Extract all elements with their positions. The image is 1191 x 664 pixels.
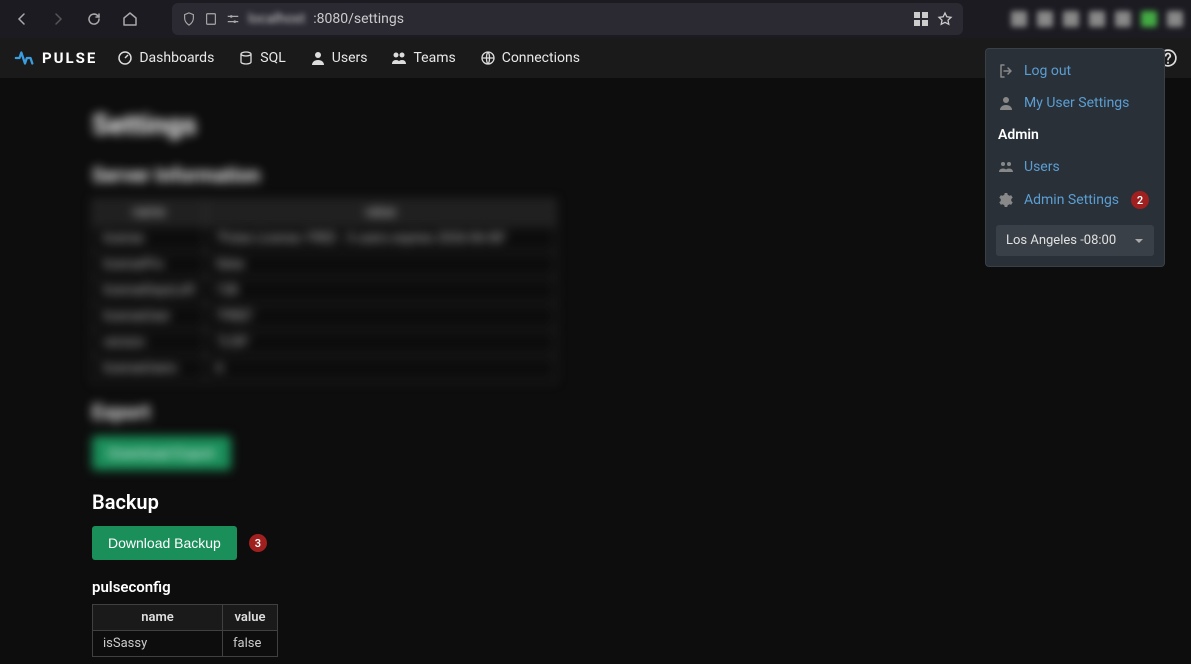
user-dropdown-menu: Log out My User Settings Admin Users Adm… — [985, 48, 1165, 267]
timezone-value: Los Angeles -08:00 — [1006, 233, 1116, 248]
export-heading: Export — [92, 400, 1191, 424]
browser-extensions-blurred — [1011, 11, 1183, 27]
page-icon — [204, 12, 218, 26]
download-export-button[interactable]: Download Export — [92, 436, 231, 470]
table-row: licenseDaysLeft138 — [93, 278, 556, 304]
nav-dashboards[interactable]: Dashboards — [117, 50, 214, 66]
nav-label: Users — [332, 50, 368, 66]
table-header: value — [223, 605, 278, 631]
nav-label: Dashboards — [139, 50, 214, 66]
logo-icon — [14, 47, 36, 69]
url-host-blurred: localhost — [248, 11, 305, 27]
nav-sql[interactable]: SQL — [238, 50, 285, 66]
nav-label: Connections — [502, 50, 580, 66]
dropdown-logout[interactable]: Log out — [986, 55, 1164, 87]
logo-text: PULSE — [42, 49, 97, 67]
dropdown-admin-settings[interactable]: Admin Settings 2 — [986, 183, 1164, 217]
table-row: isSassyfalse — [93, 631, 278, 657]
nav-label: Teams — [413, 50, 455, 66]
logo[interactable]: PULSE — [14, 47, 97, 69]
nav-teams[interactable]: Teams — [391, 50, 455, 66]
database-icon — [238, 50, 254, 66]
server-info-table: name value license"Pulse License: FREE -… — [92, 199, 556, 382]
back-button[interactable] — [8, 5, 36, 33]
nav-users[interactable]: Users — [310, 50, 368, 66]
pulseconfig-heading: pulseconfig — [92, 578, 1191, 596]
dropdown-section-admin: Admin — [986, 119, 1164, 151]
table-header: name — [93, 605, 223, 631]
dropdown-label: My User Settings — [1024, 95, 1129, 111]
backup-heading: Backup — [92, 490, 1191, 514]
users-icon — [998, 159, 1014, 175]
forward-button[interactable] — [44, 5, 72, 33]
table-header: name — [93, 200, 206, 226]
dropdown-label: Users — [1024, 159, 1060, 175]
tune-icon — [226, 12, 240, 26]
browser-chrome: localhost :8080/settings — [0, 0, 1191, 38]
table-row: licenseUsers6 — [93, 356, 556, 382]
logout-icon — [998, 63, 1014, 79]
pulseconfig-table: name value isSassyfalse — [92, 604, 278, 657]
reload-button[interactable] — [80, 5, 108, 33]
url-suffix: :8080/settings — [313, 11, 404, 27]
nav-items: Dashboards SQL Users Teams Connections — [117, 50, 580, 66]
caret-down-icon — [1134, 236, 1144, 246]
badge-step-2: 2 — [1131, 191, 1149, 209]
table-header: value — [205, 200, 555, 226]
url-bar[interactable]: localhost :8080/settings — [172, 3, 963, 35]
globe-icon — [480, 50, 496, 66]
user-icon — [998, 95, 1014, 111]
backup-button-row: Download Backup 3 — [92, 526, 1191, 560]
dropdown-my-settings[interactable]: My User Settings — [986, 87, 1164, 119]
nav-label: SQL — [260, 50, 285, 66]
team-icon — [391, 50, 407, 66]
timezone-select[interactable]: Los Angeles -08:00 — [996, 225, 1154, 256]
qr-icon[interactable] — [913, 11, 929, 27]
dropdown-label: Admin Settings — [1024, 192, 1119, 208]
dropdown-users[interactable]: Users — [986, 151, 1164, 183]
user-icon — [310, 50, 326, 66]
badge-step-3: 3 — [249, 534, 267, 552]
gauge-icon — [117, 50, 133, 66]
table-row: licenseUser"FREE" — [93, 304, 556, 330]
table-row: licenseProfalse — [93, 252, 556, 278]
gear-icon — [998, 192, 1014, 208]
table-row: version"3.09" — [93, 330, 556, 356]
nav-connections[interactable]: Connections — [480, 50, 580, 66]
table-row: license"Pulse License: FREE - 3 users ex… — [93, 226, 556, 252]
home-button[interactable] — [116, 5, 144, 33]
download-backup-button[interactable]: Download Backup — [92, 526, 237, 560]
bookmark-icon[interactable] — [937, 11, 953, 27]
shield-icon — [182, 12, 196, 26]
dropdown-label: Log out — [1024, 63, 1071, 79]
